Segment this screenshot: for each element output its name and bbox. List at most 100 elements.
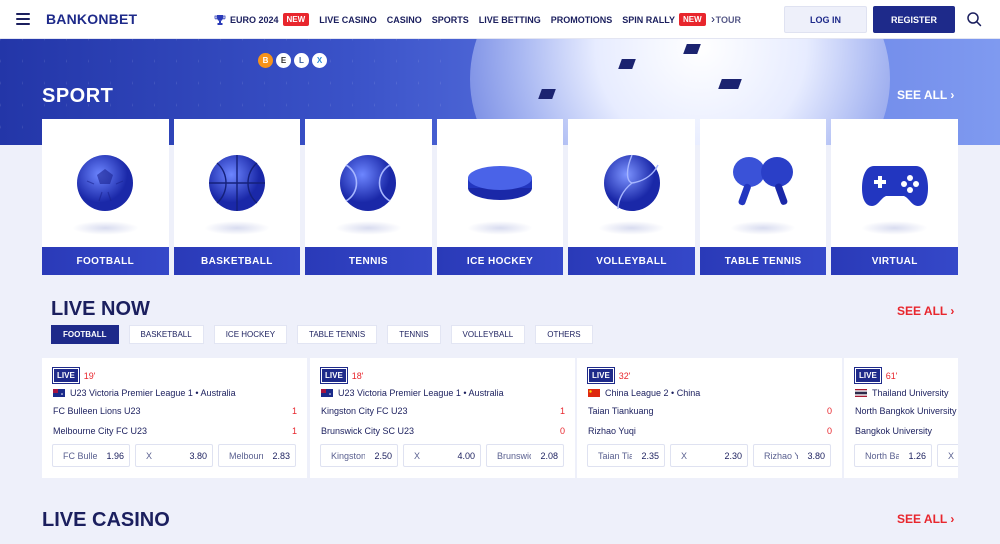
home-score: 0 xyxy=(826,406,832,416)
sport-card-basketball[interactable]: BASKETBALL xyxy=(173,119,301,275)
tennis-ball-icon xyxy=(340,155,397,211)
tab-ice-hockey[interactable]: ICE HOCKEY xyxy=(213,325,288,344)
match-card[interactable]: LIVE 18' U23 Victoria Premier League 1 • … xyxy=(310,358,575,478)
match-card[interactable]: LIVE 32' China League 2 • China Taian Tia… xyxy=(577,358,842,478)
odds-value: 2.08 xyxy=(540,450,558,461)
sport-card-table-tennis[interactable]: TABLE TENNIS xyxy=(699,119,827,275)
odds-label: Rizhao Yuqi xyxy=(764,450,798,461)
sport-card-label: VIRTUAL xyxy=(831,247,959,275)
chevron-right-icon[interactable]: › xyxy=(711,12,715,26)
register-button[interactable]: REGISTER xyxy=(873,6,955,33)
odds-away-button[interactable]: Brunswick 2.08 xyxy=(486,444,564,467)
gamepad-icon xyxy=(861,166,928,206)
see-all-sports-link[interactable]: SEE ALL › xyxy=(897,88,954,102)
home-team: Kingston City FC U23 xyxy=(321,406,408,416)
league-name: China League 2 • China xyxy=(605,388,701,398)
odds-label: X xyxy=(681,450,688,461)
home-score: 1 xyxy=(291,406,297,416)
australia-flag-icon xyxy=(53,389,65,397)
nav-item-euro-2024[interactable]: EURO 2024 NEW xyxy=(214,13,310,26)
odds-draw-button[interactable]: X xyxy=(937,444,958,467)
card-image xyxy=(174,119,301,247)
sport-card-tennis[interactable]: TENNIS xyxy=(305,119,432,275)
nav-item-label: CASINO xyxy=(386,14,422,25)
nav-item-label: LIVE CASINO xyxy=(319,14,377,25)
litecoin-icon: L xyxy=(294,53,309,68)
tab-others[interactable]: OTHERS xyxy=(535,325,593,344)
odds-label: Melbourne City xyxy=(229,450,263,461)
see-all-casino-link[interactable]: SEE ALL › xyxy=(897,512,954,526)
home-team: North Bangkok University xyxy=(855,406,957,416)
nav-item-live-casino[interactable]: LIVE CASINO xyxy=(319,15,377,25)
new-badge: NEW xyxy=(678,13,706,26)
nav-item-casino[interactable]: CASINO xyxy=(387,15,422,25)
ripple-icon: X xyxy=(312,53,327,68)
see-all-label: SEE ALL xyxy=(897,512,948,526)
odds-label: FC Bulleen Lions xyxy=(63,450,97,461)
nav-item-promotions[interactable]: PROMOTIONS xyxy=(551,15,613,25)
tab-table-tennis[interactable]: TABLE TENNIS xyxy=(297,325,378,344)
away-score: 1 xyxy=(291,426,297,436)
nav-item-live-betting[interactable]: LIVE BETTING xyxy=(479,15,541,25)
chevron-right-icon: › xyxy=(950,88,955,102)
sport-section-title: SPORT xyxy=(42,85,114,107)
new-badge: NEW xyxy=(282,13,310,26)
odds-home-button[interactable]: Taian Tiankuang 2.35 xyxy=(587,444,665,467)
odds-home-button[interactable]: FC Bulleen Lions 1.96 xyxy=(52,444,130,467)
tab-volleyball[interactable]: VOLLEYBALL xyxy=(450,325,526,344)
see-all-live-link[interactable]: SEE ALL › xyxy=(897,304,954,318)
sport-category-cards: FOOTBALL BASKETBALL TENNIS ICE HOCKEY VO… xyxy=(42,119,959,275)
match-card[interactable]: LIVE 61' Thailand University North Bangko… xyxy=(844,358,958,478)
live-badge: LIVE xyxy=(320,367,348,384)
china-flag-icon xyxy=(588,389,600,397)
sport-card-volleyball[interactable]: VOLLEYBALL xyxy=(568,119,695,275)
brand-logo[interactable]: BANKONBET xyxy=(46,11,137,27)
football-icon xyxy=(77,155,134,211)
odds-draw-button[interactable]: X 4.00 xyxy=(403,444,481,467)
away-team: Melbourne City FC U23 xyxy=(53,426,148,436)
odds-value: 3.80 xyxy=(189,450,207,461)
sport-card-virtual[interactable]: VIRTUAL xyxy=(831,119,959,275)
nav-item-spin-rally[interactable]: SPIN RALLY NEW xyxy=(622,13,706,26)
main-nav: EURO 2024 NEW LIVE CASINO CASINO SPORTS … xyxy=(214,0,741,39)
card-image xyxy=(700,119,827,247)
login-button[interactable]: LOG IN xyxy=(784,6,867,33)
see-all-label: SEE ALL xyxy=(897,304,948,318)
odds-value: 2.30 xyxy=(724,450,742,461)
sport-card-label: VOLLEYBALL xyxy=(568,247,695,275)
nav-item-sports[interactable]: SPORTS xyxy=(432,15,469,25)
see-all-label: SEE ALL xyxy=(897,88,948,102)
live-now-title: LIVE NOW xyxy=(51,298,150,320)
odds-value: 1.26 xyxy=(908,450,926,461)
sport-card-football[interactable]: FOOTBALL xyxy=(42,119,169,275)
odds-away-button[interactable]: Rizhao Yuqi 3.80 xyxy=(753,444,831,467)
away-team: Rizhao Yuqi xyxy=(588,426,636,436)
live-casino-title: LIVE CASINO xyxy=(42,509,170,531)
sport-card-ice-hockey[interactable]: ICE HOCKEY xyxy=(436,119,564,275)
odds-label: North Bangkok xyxy=(865,450,899,461)
home-team: FC Bulleen Lions U23 xyxy=(53,406,141,416)
odds-away-button[interactable]: Melbourne City 2.83 xyxy=(218,444,296,467)
tab-football[interactable]: FOOTBALL xyxy=(51,325,119,344)
match-card[interactable]: LIVE 19' U23 Victoria Premier League 1 • … xyxy=(42,358,307,478)
menu-icon[interactable] xyxy=(16,13,30,25)
odds-home-button[interactable]: Kingston City 2.50 xyxy=(320,444,398,467)
odds-draw-button[interactable]: X 3.80 xyxy=(135,444,213,467)
card-image xyxy=(568,119,695,247)
odds-draw-button[interactable]: X 2.30 xyxy=(670,444,748,467)
odds-value: 2.83 xyxy=(272,450,290,461)
odds-label: X xyxy=(146,450,153,461)
live-badge: LIVE xyxy=(587,367,615,384)
odds-value: 3.80 xyxy=(807,450,825,461)
tab-tennis[interactable]: TENNIS xyxy=(387,325,441,344)
nav-item-label: SPIN RALLY xyxy=(622,14,675,25)
chevron-right-icon: › xyxy=(950,304,955,318)
nav-item-tour[interactable]: TOUR xyxy=(716,15,741,25)
odds-home-button[interactable]: North Bangkok 1.26 xyxy=(854,444,932,467)
nav-item-label: SPORTS xyxy=(431,14,469,25)
search-icon[interactable] xyxy=(966,11,982,27)
match-minute: 18' xyxy=(351,370,364,381)
tab-basketball[interactable]: BASKETBALL xyxy=(128,325,204,344)
odds-label: X xyxy=(948,450,955,461)
away-team: Bangkok University xyxy=(855,426,933,436)
